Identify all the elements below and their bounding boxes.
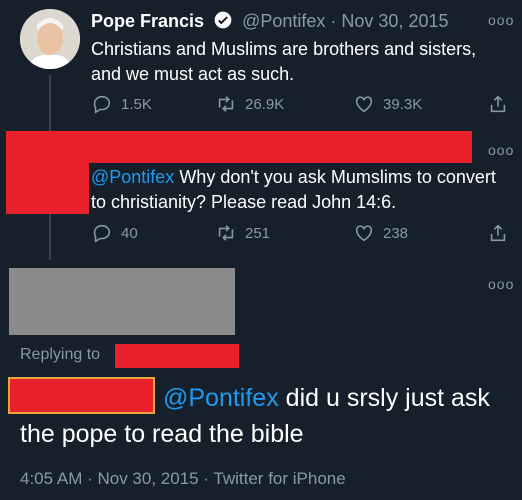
redacted-author-header [9, 268, 235, 335]
share-icon [490, 224, 506, 242]
tweet3-text-line: did u srsly just ask [278, 384, 490, 412]
reply-icon [93, 224, 111, 243]
more-icon[interactable]: ooo [488, 142, 514, 158]
retweet-button[interactable]: 26.9K [215, 93, 284, 115]
share-button[interactable] [487, 222, 509, 244]
share-icon [490, 95, 506, 113]
mention-link[interactable]: @Pontifex [163, 384, 279, 412]
mention-link[interactable]: @Pontifex [91, 167, 174, 187]
like-count: 39.3K [383, 95, 423, 113]
replying-to-label: Replying to [20, 346, 101, 363]
reply-button[interactable]: 40 [91, 222, 138, 244]
tweet2-text: @Pontifex Why don't you ask Mumslims to … [91, 165, 496, 215]
tweet2-text-line: Why don't you ask Mumslims to convert [174, 167, 496, 187]
tweet3-text: @Pontifex did u srsly just ask [163, 381, 490, 415]
avatar-pope-francis[interactable] [20, 9, 80, 69]
more-icon[interactable]: ooo [488, 276, 514, 292]
like-button[interactable]: 238 [353, 222, 408, 244]
retweet-count: 251 [245, 224, 271, 242]
tweet2-text-line: to christianity? Please read John 14:6. [91, 192, 397, 212]
replying-to: Replying to [20, 346, 100, 364]
redacted-author-name [89, 131, 472, 163]
redacted-avatar [6, 131, 89, 214]
redacted-mention [8, 377, 155, 414]
like-icon [355, 96, 373, 113]
tweet-date[interactable]: Nov 30, 2015 [341, 11, 448, 31]
tweet1-text: Christians and Muslims are brothers and … [91, 37, 476, 87]
reply-count: 40 [121, 224, 138, 242]
author-handle[interactable]: @Pontifex [242, 11, 325, 31]
tweet3-text-line: the pope to read the bible [20, 420, 304, 448]
retweet-icon [218, 96, 234, 112]
tweet1-header: Pope Francis @Pontifex · Nov 30, 2015 [91, 10, 448, 35]
reply-count: 1.5K [121, 95, 152, 113]
tweet1-text-line: and we must act as such. [91, 64, 295, 84]
retweet-button[interactable]: 251 [215, 222, 270, 244]
like-button[interactable]: 39.3K [353, 93, 422, 115]
more-icon[interactable]: ooo [488, 12, 514, 28]
tweet-timestamp-footer[interactable]: 4:05 AM · Nov 30, 2015 · Twitter for iPh… [20, 469, 346, 489]
retweet-icon [218, 225, 234, 241]
author-name[interactable]: Pope Francis [91, 11, 204, 31]
redacted-replying-to-handle [115, 344, 239, 368]
reply-icon [93, 95, 111, 114]
like-count: 238 [383, 224, 409, 242]
retweet-count: 26.9K [245, 95, 285, 113]
tweet1-text-line: Christians and Muslims are brothers and … [91, 39, 477, 59]
reply-button[interactable]: 1.5K [91, 93, 152, 115]
share-button[interactable] [487, 93, 509, 115]
like-icon [355, 225, 373, 242]
verified-badge-icon [213, 10, 233, 35]
